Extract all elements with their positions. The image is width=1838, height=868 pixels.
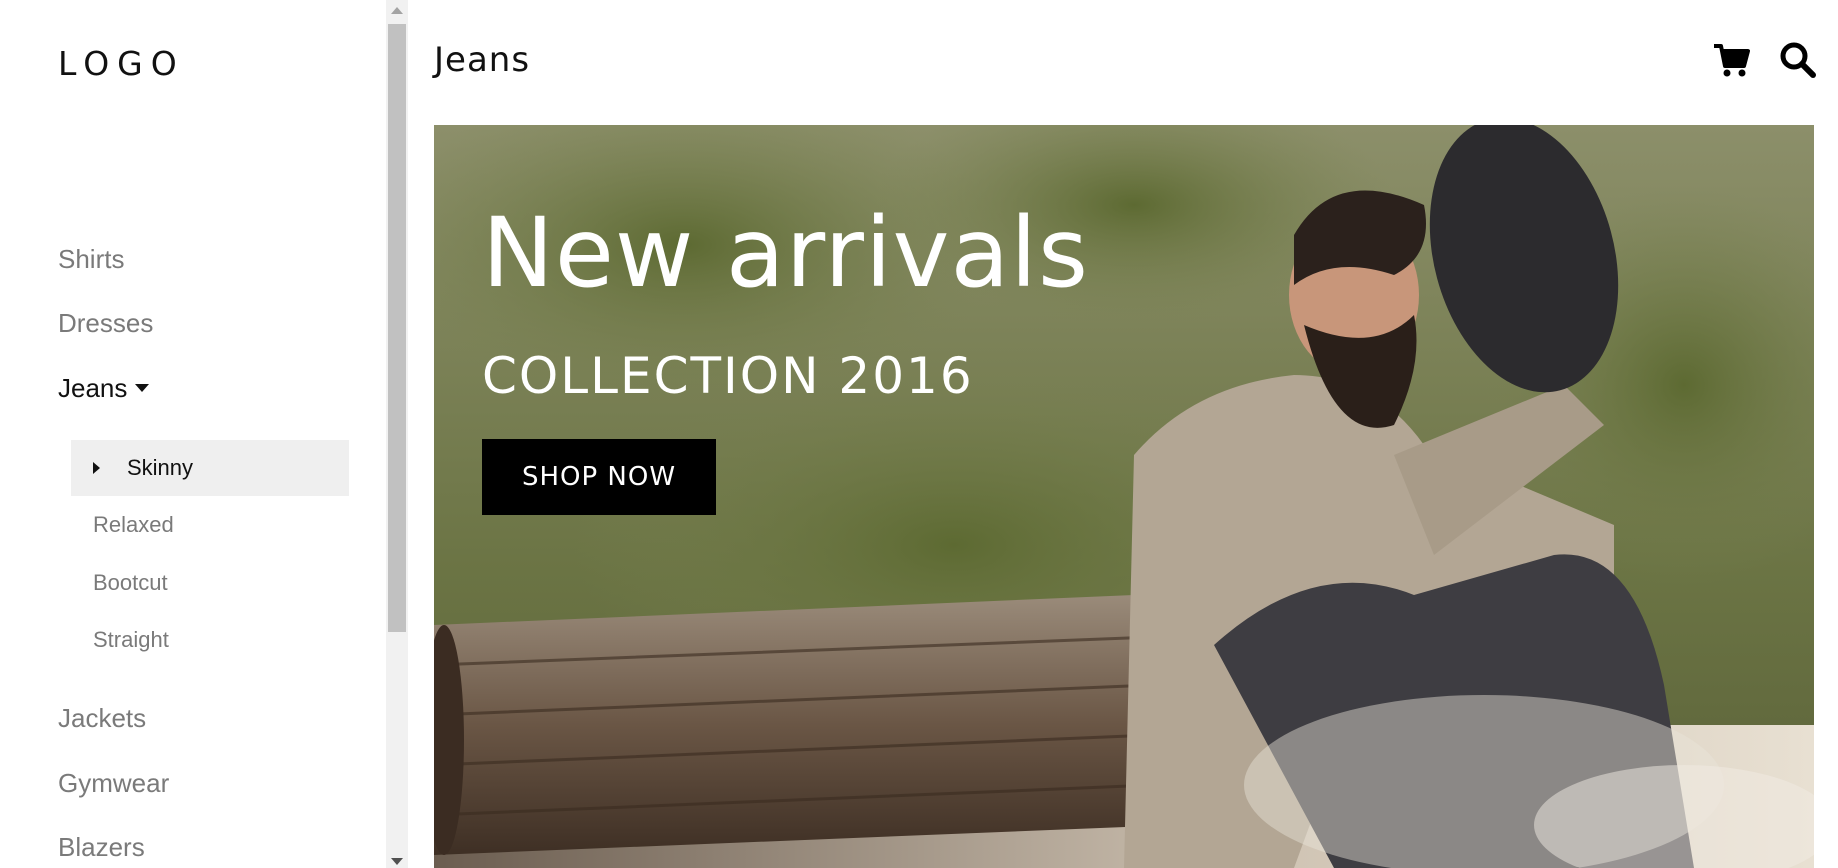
sidebar-item-blazers[interactable]: Blazers bbox=[58, 832, 145, 863]
search-icon[interactable] bbox=[1778, 40, 1818, 80]
scroll-down-arrow-icon[interactable] bbox=[391, 858, 403, 865]
sidebar-item-jeans[interactable]: Jeans bbox=[58, 373, 150, 404]
scrollbar-thumb[interactable] bbox=[388, 24, 406, 632]
hero-title: New arrivals bbox=[482, 197, 1089, 309]
subnav-item-bootcut[interactable]: Bootcut bbox=[93, 570, 168, 596]
sidebar: LOGO Shirts Dresses Jeans Skinny Relaxed… bbox=[0, 0, 386, 868]
sidebar-item-jackets[interactable]: Jackets bbox=[58, 703, 146, 734]
subnav-item-straight[interactable]: Straight bbox=[93, 627, 169, 653]
subnav-item-skinny[interactable]: Skinny bbox=[71, 440, 349, 496]
caret-down-icon bbox=[135, 384, 150, 393]
sidebar-scrollbar[interactable] bbox=[386, 0, 408, 868]
hero-subtitle: COLLECTION 2016 bbox=[482, 347, 974, 405]
sidebar-item-label: Jeans bbox=[58, 373, 128, 403]
page-title: Jeans bbox=[434, 40, 531, 80]
caret-right-icon bbox=[93, 462, 100, 474]
cart-icon[interactable] bbox=[1712, 40, 1752, 80]
subnav-item-label: Skinny bbox=[127, 455, 194, 480]
subnav-item-relaxed[interactable]: Relaxed bbox=[93, 512, 174, 538]
logo[interactable]: LOGO bbox=[58, 44, 185, 83]
hero-banner: New arrivals COLLECTION 2016 SHOP NOW bbox=[434, 125, 1814, 868]
shop-now-button[interactable]: SHOP NOW bbox=[482, 439, 716, 515]
sidebar-item-gymwear[interactable]: Gymwear bbox=[58, 768, 169, 799]
sidebar-item-dresses[interactable]: Dresses bbox=[58, 308, 153, 339]
scroll-up-arrow-icon[interactable] bbox=[391, 7, 403, 14]
sidebar-item-shirts[interactable]: Shirts bbox=[58, 244, 124, 275]
